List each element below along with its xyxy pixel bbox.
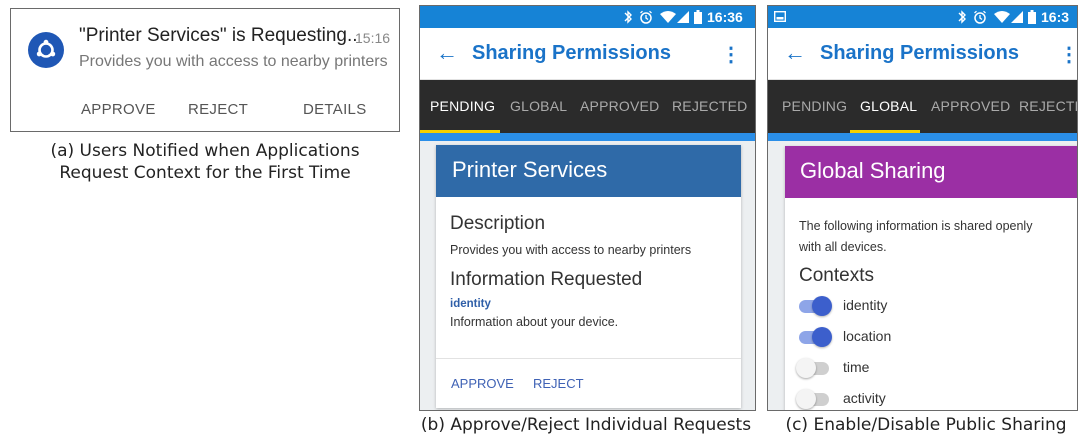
context-row-time: time: [796, 356, 999, 380]
app-bar: ← Sharing Permissions ⋮: [420, 28, 755, 80]
info-item-desc: Information about your device.: [450, 315, 619, 329]
wifi-icon: [660, 11, 676, 23]
tab-global[interactable]: GLOBAL: [510, 80, 567, 133]
tab-global[interactable]: GLOBAL: [860, 80, 917, 133]
time-toggle[interactable]: [796, 358, 816, 378]
card-text-line2: with all devices.: [799, 240, 887, 254]
phone-screen-global: 16:3 ← Sharing Permissions ⋮ PENDING GLO…: [767, 5, 1078, 411]
context-row-activity: activity: [796, 387, 999, 410]
activity-toggle[interactable]: [796, 389, 816, 409]
alarm-icon: [974, 10, 986, 24]
description-heading: Description: [450, 213, 546, 234]
tab-approved[interactable]: APPROVED: [931, 80, 1010, 133]
contexts-heading: Contexts: [799, 265, 874, 286]
app-title: Sharing Permissions: [820, 42, 1019, 64]
global-sharing-card: Global Sharing The following information…: [785, 146, 1077, 410]
context-row-location: location: [799, 325, 999, 349]
tab-underline-strip: [768, 133, 1077, 141]
status-time: 16:36: [707, 9, 743, 25]
status-time: 16:3: [1041, 9, 1070, 25]
app-title: Sharing Permissions: [472, 42, 671, 64]
caption-c: (c) Enable/Disable Public Sharing: [785, 415, 1067, 435]
reject-button[interactable]: REJECT: [188, 101, 248, 118]
screenshot-icon: [774, 11, 786, 22]
card-title: Global Sharing: [800, 158, 946, 183]
tab-rejected[interactable]: REJECTED: [1019, 80, 1077, 133]
notification-body: Provides you with access to nearby print…: [79, 53, 388, 70]
notification-time: 15:16: [355, 30, 391, 46]
tab-bar: PENDING GLOBAL APPROVED REJECTED: [420, 80, 755, 133]
card-header: Printer Services: [436, 145, 741, 197]
wifi-icon: [994, 11, 1010, 23]
signal-icon: [677, 11, 689, 23]
notification-title: "Printer Services" is Requesting..: [79, 25, 358, 46]
notification-card[interactable]: "Printer Services" is Requesting.. 15:16…: [10, 8, 400, 132]
overflow-menu-icon[interactable]: ⋮: [721, 42, 741, 67]
alarm-icon: [640, 10, 652, 24]
reject-request-button[interactable]: REJECT: [533, 376, 584, 391]
context-label-location: location: [843, 328, 892, 344]
approve-request-button[interactable]: APPROVE: [451, 376, 514, 391]
back-arrow-icon[interactable]: ←: [436, 40, 458, 66]
tab-pending[interactable]: PENDING: [782, 80, 847, 133]
card-divider: [436, 358, 741, 359]
signal-icon: [1011, 11, 1023, 23]
tab-pending[interactable]: PENDING: [430, 80, 495, 133]
status-bar: 16:36: [420, 6, 755, 28]
description-text: Provides you with access to nearby print…: [450, 243, 692, 257]
context-label-activity: activity: [843, 390, 886, 406]
details-button[interactable]: DETAILS: [303, 101, 367, 118]
request-card: Printer Services Description Provides yo…: [436, 145, 741, 408]
bluetooth-icon: [958, 10, 966, 24]
context-label-time: time: [843, 359, 870, 375]
location-toggle[interactable]: [812, 327, 832, 347]
status-bar: 16:3: [768, 6, 1077, 28]
card-title: Printer Services: [452, 157, 608, 182]
info-item-name: identity: [450, 298, 491, 310]
approve-button[interactable]: APPROVE: [81, 101, 156, 118]
app-icon: [28, 32, 64, 68]
back-arrow-icon[interactable]: ←: [784, 40, 806, 66]
tab-underline-strip: [420, 133, 755, 141]
tab-rejected[interactable]: REJECTED: [672, 80, 748, 133]
app-bar: ← Sharing Permissions ⋮: [768, 28, 1077, 80]
tab-bar: PENDING GLOBAL APPROVED REJECTED: [768, 80, 1077, 133]
info-heading: Information Requested: [450, 269, 643, 290]
context-row-identity: identity: [799, 294, 999, 318]
caption-a-line1: (a) Users Notified when Applications: [50, 141, 360, 161]
battery-icon: [1028, 10, 1036, 24]
context-label-identity: identity: [843, 297, 888, 313]
phone-screen-pending: 16:36 ← Sharing Permissions ⋮ PENDING GL…: [419, 5, 756, 411]
caption-b: (b) Approve/Reject Individual Requests: [420, 415, 752, 435]
bluetooth-icon: [624, 10, 632, 24]
identity-toggle[interactable]: [812, 296, 832, 316]
overflow-menu-icon[interactable]: ⋮: [1059, 42, 1077, 67]
card-text-line1: The following information is shared open…: [799, 219, 1033, 233]
caption-a-line2: Request Context for the First Time: [59, 163, 351, 183]
battery-icon: [694, 10, 702, 24]
card-header: Global Sharing: [785, 146, 1077, 198]
tab-approved[interactable]: APPROVED: [580, 80, 659, 133]
